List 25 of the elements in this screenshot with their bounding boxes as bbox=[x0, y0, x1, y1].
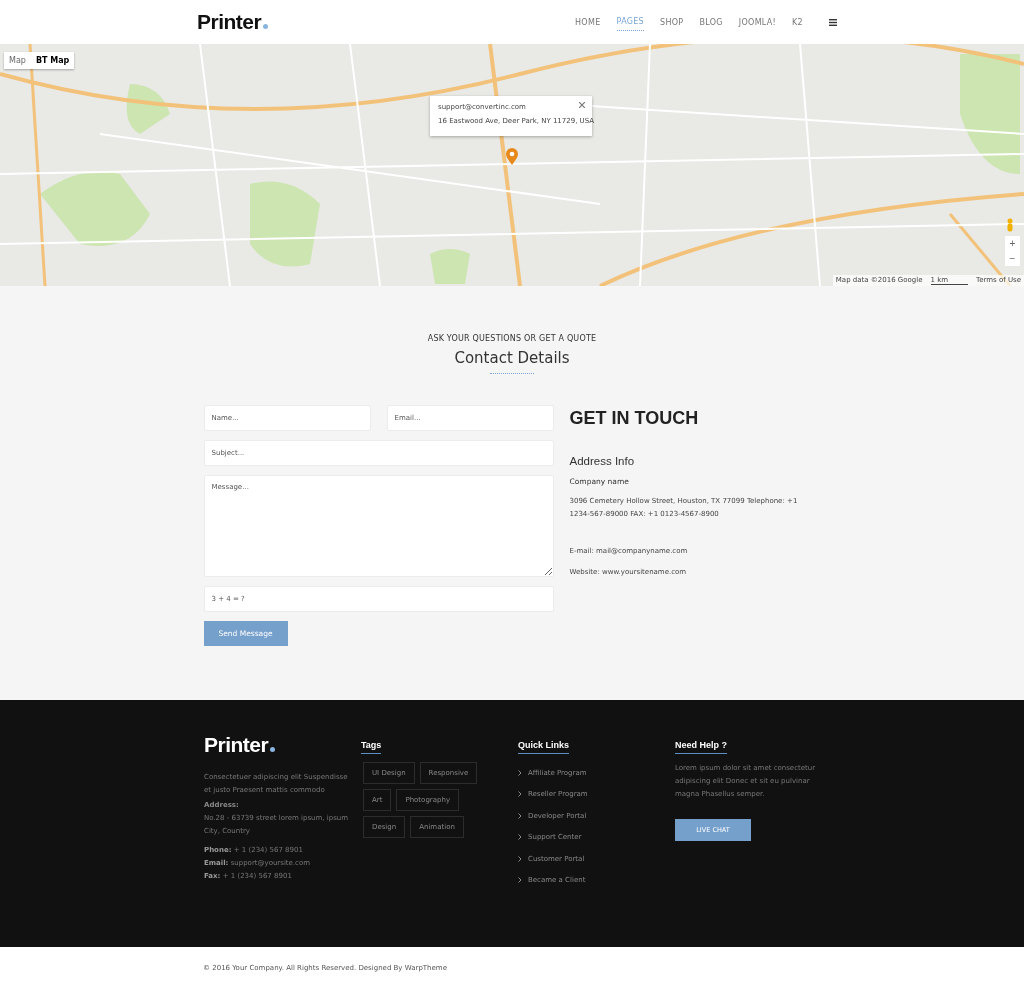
footer-logo[interactable]: Printer bbox=[204, 733, 361, 757]
nav-link[interactable]: SHOP bbox=[660, 13, 684, 31]
chevron-icon bbox=[518, 791, 522, 798]
chevron-icon bbox=[518, 877, 522, 884]
nav-link[interactable]: K2 bbox=[792, 13, 803, 31]
info-subheading: Address Info bbox=[569, 455, 636, 467]
tags-title: Tags bbox=[361, 740, 382, 754]
info-heading: GET IN TOUCH bbox=[569, 408, 700, 429]
quick-links-title: Quick Links bbox=[518, 740, 570, 754]
nav-link[interactable]: JOOMLA! bbox=[738, 13, 777, 31]
chevron-icon bbox=[518, 769, 522, 776]
logo[interactable]: Printer bbox=[197, 10, 269, 34]
map-pin-icon[interactable] bbox=[506, 148, 518, 165]
help-title: Need Help ? bbox=[675, 740, 727, 754]
chevron-icon bbox=[518, 834, 522, 841]
map-type-button[interactable]: BT Map bbox=[30, 52, 75, 69]
map-type-button[interactable]: Map bbox=[4, 52, 31, 69]
menu-icon[interactable] bbox=[829, 18, 837, 26]
chevron-icon bbox=[518, 855, 522, 862]
nav-link[interactable]: BLOG bbox=[699, 13, 723, 31]
nav-link[interactable]: HOME bbox=[575, 13, 601, 31]
section-kicker: ASK YOUR QUESTIONS OR GET A QUOTE bbox=[426, 334, 598, 343]
close-icon[interactable] bbox=[579, 102, 585, 108]
section-title: Contact Details bbox=[453, 349, 571, 367]
chevron-icon bbox=[518, 812, 522, 819]
